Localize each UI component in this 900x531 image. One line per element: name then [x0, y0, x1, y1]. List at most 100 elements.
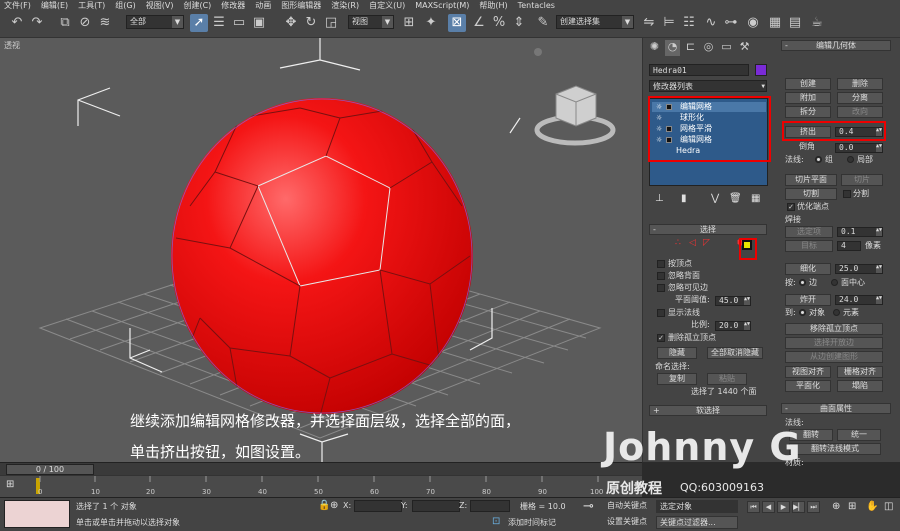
by-vertex-checkbox[interactable]: [657, 260, 665, 268]
modifier-list-dropdown[interactable]: 修改器列表 ▼: [649, 80, 767, 92]
pan-icon[interactable]: ✋: [866, 501, 878, 512]
move-icon[interactable]: ✥: [282, 14, 300, 32]
menu-file[interactable]: 文件(F): [4, 0, 31, 11]
copy-button[interactable]: 复制: [657, 373, 697, 385]
time-slider[interactable]: 0 / 100: [6, 464, 94, 475]
delete-isolated-checkbox[interactable]: ✓: [657, 334, 665, 342]
soft-selection-rollout-title[interactable]: + 软选择: [649, 405, 767, 416]
perspective-viewport[interactable]: 透视 继续添加编辑网格修改器，并选择面层级，选择全部的面， 单击挤出按钮，如图设…: [0, 38, 642, 462]
create-button[interactable]: 创建: [785, 78, 831, 90]
select-by-name-icon[interactable]: ☰: [210, 14, 228, 32]
menu-tentacles[interactable]: Tentacles: [518, 0, 555, 11]
menu-edit[interactable]: 编辑(E): [41, 0, 68, 11]
viewport-label[interactable]: 透视: [4, 40, 20, 51]
curve-editor-icon[interactable]: ∿: [702, 14, 720, 32]
to-object-radio[interactable]: [799, 309, 806, 316]
refine-ends-checkbox[interactable]: ✓: [787, 203, 795, 211]
hierarchy-tab-icon[interactable]: ⊏: [683, 40, 698, 56]
paste-button[interactable]: 粘贴: [707, 373, 747, 385]
by-face-center-radio[interactable]: [831, 279, 838, 286]
auto-key-button[interactable]: 自动关键点: [607, 500, 647, 511]
schematic-view-icon[interactable]: ⊶: [722, 14, 740, 32]
maximize-viewport-icon[interactable]: ◫: [884, 501, 893, 512]
rotate-icon[interactable]: ↻: [302, 14, 320, 32]
play-icon[interactable]: ▶: [777, 501, 790, 513]
show-end-result-icon[interactable]: ▮: [681, 193, 687, 204]
menu-modifiers[interactable]: 修改器: [221, 0, 245, 11]
quick-render-icon[interactable]: ☕: [808, 14, 826, 32]
material-editor-icon[interactable]: ◉: [744, 14, 762, 32]
turn-button[interactable]: 改向: [837, 106, 883, 118]
rendered-frame-icon[interactable]: ▤: [786, 14, 804, 32]
zoom-all-icon[interactable]: ⊞: [848, 501, 856, 512]
menu-views[interactable]: 视图(V): [146, 0, 174, 11]
weld-target-button[interactable]: 目标: [785, 240, 833, 252]
remove-isolated-button[interactable]: 移除孤立顶点: [785, 323, 883, 335]
menu-tools[interactable]: 工具(T): [78, 0, 105, 11]
menu-help[interactable]: 帮助(H): [479, 0, 507, 11]
align-icon[interactable]: ⊨: [660, 14, 678, 32]
delete-button[interactable]: 删除: [837, 78, 883, 90]
scale-spinner[interactable]: 20.0 ▲▼: [715, 321, 751, 331]
spinner-snap-icon[interactable]: ⇕: [510, 14, 528, 32]
scale-icon[interactable]: ◲: [322, 14, 340, 32]
mirror-icon[interactable]: ⇋: [640, 14, 658, 32]
absolute-mode-icon[interactable]: ⊕: [330, 500, 338, 511]
rect-selection-icon[interactable]: ▭: [230, 14, 248, 32]
unlink-icon[interactable]: ⊘: [76, 14, 94, 32]
detach-button[interactable]: 分离: [837, 92, 883, 104]
snap-toggle-icon[interactable]: ⊠: [448, 14, 466, 32]
menu-rendering[interactable]: 渲染(R): [331, 0, 359, 11]
go-to-end-icon[interactable]: ⏭: [807, 501, 820, 513]
key-mode-icon[interactable]: ⊸: [583, 499, 594, 514]
object-color-swatch[interactable]: [755, 64, 767, 76]
weld-threshold-spinner[interactable]: 0.1 ▲▼: [837, 227, 883, 237]
selection-filter-dropdown[interactable]: 全部 ▼: [126, 15, 184, 29]
select-open-edges-button[interactable]: 选择开放边: [785, 337, 883, 349]
utilities-tab-icon[interactable]: ⚒: [737, 40, 752, 56]
object-name-field[interactable]: Hedra01: [649, 64, 749, 76]
attach-button[interactable]: 附加: [785, 92, 831, 104]
configure-modifier-sets-icon[interactable]: ▦: [751, 193, 760, 204]
bevel-spinner[interactable]: 0.0 ▲▼: [835, 143, 883, 153]
to-element-radio[interactable]: [833, 309, 840, 316]
maxscript-listener[interactable]: [4, 500, 70, 528]
ignore-visible-edges-checkbox[interactable]: [657, 284, 665, 292]
hide-button[interactable]: 隐藏: [657, 347, 697, 359]
slice-plane-button[interactable]: 切片平面: [785, 174, 837, 186]
explode-button[interactable]: 炸开: [785, 294, 831, 306]
slice-button[interactable]: 切片: [841, 174, 883, 186]
flip-normal-mode-button[interactable]: 翻转法线模式: [789, 443, 881, 455]
collapse-button[interactable]: 塌陷: [837, 380, 883, 392]
select-object-icon[interactable]: ➚: [190, 14, 208, 32]
z-coordinate-field[interactable]: [470, 500, 510, 512]
percent-snap-icon[interactable]: %: [490, 14, 508, 32]
named-selection-dropdown[interactable]: 创建选择集 ▼: [556, 15, 634, 29]
by-edge-radio[interactable]: [799, 279, 806, 286]
selection-rollout-title[interactable]: - 选择: [649, 224, 767, 235]
menu-animation[interactable]: 动画: [255, 0, 271, 11]
normal-local-radio[interactable]: [847, 156, 854, 163]
remove-modifier-icon[interactable]: 🗑: [729, 193, 742, 204]
edge-level-icon[interactable]: ◁: [689, 238, 696, 248]
go-to-start-icon[interactable]: ⏮: [747, 501, 760, 513]
reference-coordinate-dropdown[interactable]: 视图 ▼: [348, 15, 394, 29]
angle-snap-icon[interactable]: ∠: [470, 14, 488, 32]
view-align-button[interactable]: 视图对齐: [785, 366, 831, 378]
unhide-all-button[interactable]: 全部取消隐藏: [707, 347, 763, 359]
bind-space-warp-icon[interactable]: ≋: [96, 14, 114, 32]
weld-selected-button[interactable]: 选定项: [785, 226, 833, 238]
vertex-level-icon[interactable]: ∴: [675, 238, 681, 248]
select-manipulate-icon[interactable]: ✦: [422, 14, 440, 32]
redo-icon[interactable]: ↷: [28, 14, 46, 32]
edit-named-sel-icon[interactable]: ✎: [534, 14, 552, 32]
cut-button[interactable]: 切割: [785, 188, 837, 200]
modify-tab-icon[interactable]: ◔: [665, 40, 680, 56]
prev-frame-icon[interactable]: ◀: [762, 501, 775, 513]
time-tag-icon[interactable]: ⊡: [492, 516, 500, 527]
lock-selection-icon[interactable]: 🔒: [318, 500, 330, 511]
pin-stack-icon[interactable]: ⊥: [655, 193, 664, 204]
x-coordinate-field[interactable]: [354, 500, 402, 512]
split-checkbox[interactable]: [843, 190, 851, 198]
divide-button[interactable]: 拆分: [785, 106, 831, 118]
